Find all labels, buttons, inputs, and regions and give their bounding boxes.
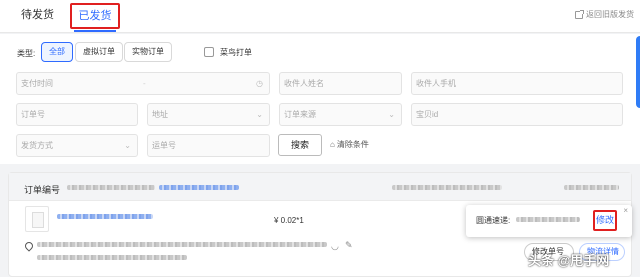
back-to-old-version-link[interactable]: 返回旧版发货 (575, 9, 634, 20)
redacted-order-link[interactable] (159, 185, 239, 190)
filter-panel: 类型: 全部 虚拟订单 实物订单 菜鸟打单 支付时间 - ◷ 收件人姓名 收件人… (0, 34, 640, 164)
tracking-popup: 圆通速递: 修改 × (466, 205, 632, 237)
address-placeholder: 地址 (152, 110, 168, 119)
active-tab-indicator (74, 30, 116, 32)
order-source-placeholder: 订单来源 (284, 110, 316, 119)
address-select[interactable]: 地址 ⌄ (147, 103, 270, 126)
chip-virtual-order[interactable]: 虚拟订单 (75, 42, 123, 62)
chip-physical-order[interactable]: 实物订单 (124, 42, 172, 62)
type-label: 类型: (17, 49, 36, 58)
tab-pending-shipment[interactable]: 待发货 (21, 0, 54, 33)
receiver-name-input[interactable]: 收件人姓名 (279, 72, 402, 95)
search-button[interactable]: 搜索 (278, 134, 322, 156)
cainiao-checkbox[interactable] (204, 47, 214, 57)
redacted-address-line-2 (37, 255, 187, 260)
copy-icon[interactable]: ◡ (331, 241, 339, 252)
range-separator: - (143, 79, 146, 88)
side-panel-tab[interactable] (636, 36, 640, 108)
redacted-order-status (564, 185, 619, 190)
eraser-icon: ⌂ (330, 140, 335, 149)
order-no-label: 订单编号 (24, 185, 61, 195)
chevron-down-icon: ⌄ (256, 110, 263, 119)
chip-all[interactable]: 全部 (41, 42, 73, 62)
watermark: 头条 @甩手网 (528, 253, 610, 268)
external-link-icon (575, 9, 584, 19)
cainiao-label: 菜鸟打单 (220, 48, 252, 57)
ship-method-placeholder: 发货方式 (21, 141, 53, 150)
clear-conditions-link[interactable]: ⌂ 清除条件 (330, 139, 369, 150)
product-price: ¥ 0.02*1 (274, 216, 304, 225)
pay-time-range-field[interactable]: 支付时间 - ◷ (16, 72, 270, 95)
clock-icon: ◷ (256, 79, 263, 88)
order-source-select[interactable]: 订单来源 ⌄ (279, 103, 402, 126)
redacted-order-no (67, 185, 155, 190)
chevron-down-icon: ⌄ (124, 141, 131, 150)
tab-shipped[interactable]: 已发货 (70, 3, 120, 29)
back-link-label: 返回旧版发货 (586, 10, 634, 19)
redacted-order-time (392, 185, 502, 190)
close-icon[interactable]: × (623, 206, 628, 215)
redacted-tracking-number (516, 217, 580, 222)
clear-label: 清除条件 (336, 140, 369, 149)
receiver-phone-input[interactable]: 收件人手机 (411, 72, 623, 95)
edit-pencil-icon[interactable]: ✎ (345, 240, 353, 251)
order-card-header: 订单编号 (9, 173, 631, 201)
ship-method-select[interactable]: 发货方式 ⌄ (16, 134, 138, 157)
tab-bar: 待发货 已发货 返回旧版发货 (0, 0, 640, 33)
order-no-input[interactable]: 订单号 (16, 103, 138, 126)
pay-time-placeholder: 支付时间 (21, 79, 53, 88)
location-pin-icon (23, 240, 35, 252)
product-thumbnail[interactable] (25, 206, 49, 232)
page: 待发货 已发货 返回旧版发货 类型: 全部 虚拟订单 实物订单 菜鸟打单 支付时… (0, 0, 640, 277)
redacted-address (37, 242, 327, 247)
edit-tracking-button[interactable]: 修改 (593, 210, 617, 231)
waybill-input[interactable]: 运单号 (147, 134, 270, 157)
carrier-label: 圆通速递: (476, 216, 511, 225)
redacted-product-title[interactable] (57, 214, 153, 219)
chevron-down-icon: ⌄ (388, 110, 395, 119)
item-id-input[interactable]: 宝贝id (411, 103, 623, 126)
